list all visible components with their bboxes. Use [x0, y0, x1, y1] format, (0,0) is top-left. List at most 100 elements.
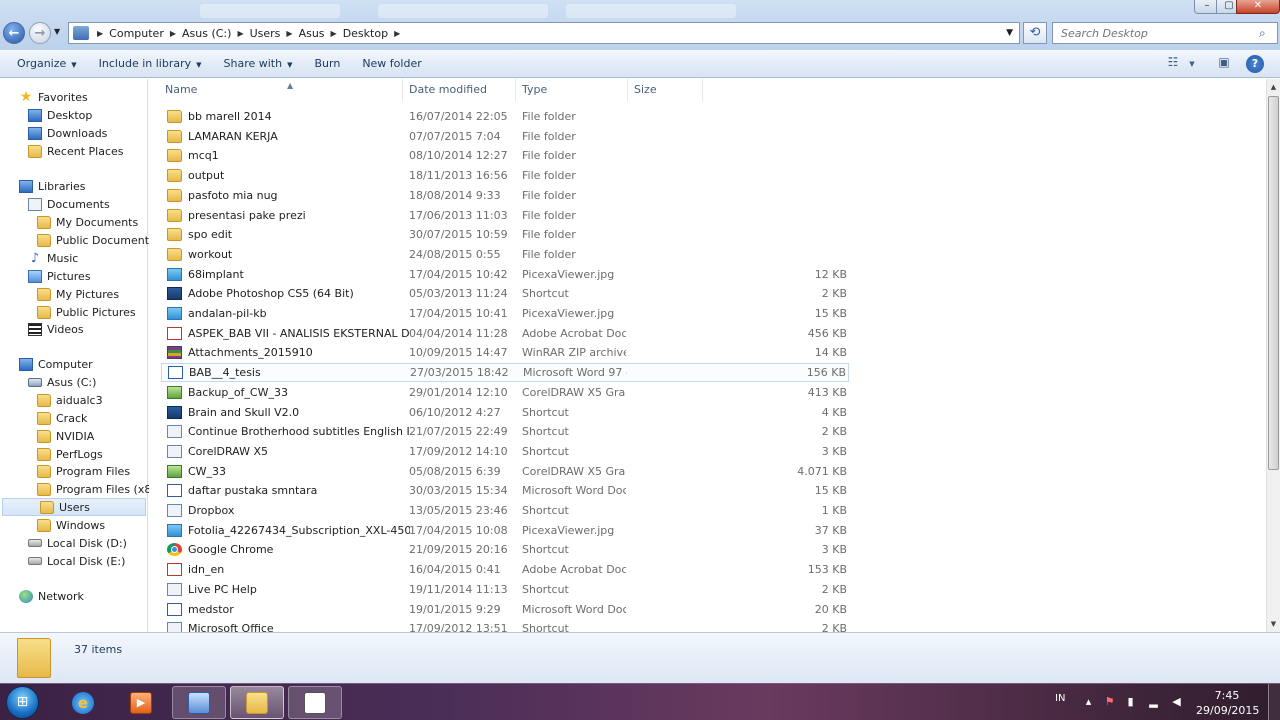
- start-button[interactable]: ⊞: [6, 686, 39, 719]
- taskbar-internet-explorer[interactable]: e: [56, 686, 110, 719]
- nav-program-files-x86[interactable]: Program Files (x86): [37, 480, 163, 498]
- share-with-button[interactable]: Share with ▼: [216, 53, 301, 75]
- taskbar-notepad[interactable]: [288, 686, 342, 719]
- nav-aidualc3[interactable]: aidualc3: [37, 391, 103, 409]
- nav-public-documents[interactable]: Public Documents: [37, 231, 155, 249]
- file-row[interactable]: Fotolia_42267434_Subscription_XXL-450x57…: [161, 521, 849, 540]
- breadcrumb-separator-icon[interactable]: ▶: [394, 29, 400, 38]
- nav-recent-places[interactable]: Recent Places: [28, 142, 124, 160]
- taskbar-media-player[interactable]: ▶: [114, 686, 168, 719]
- nav-libraries[interactable]: Libraries: [19, 177, 86, 195]
- change-view-icon[interactable]: ☷: [1165, 55, 1181, 73]
- address-history-dropdown-icon[interactable]: ▼: [1006, 28, 1013, 38]
- forward-button[interactable]: →: [29, 22, 51, 44]
- wifi-signal-icon[interactable]: ▂: [1147, 696, 1160, 708]
- file-row[interactable]: Live PC Help 19/11/2014 11:13 Shortcut 2 KB: [161, 580, 849, 599]
- search-box[interactable]: ⌕: [1052, 22, 1278, 44]
- show-desktop-button[interactable]: [1268, 684, 1280, 720]
- organize-button[interactable]: Organize ▼: [9, 53, 85, 75]
- nav-favorites[interactable]: ★ Favorites: [19, 88, 88, 106]
- file-row[interactable]: Microsoft Office 17/09/2012 13:51 Shortcut…: [161, 619, 849, 632]
- file-row[interactable]: mcq1 08/10/2014 12:27 File folder: [161, 146, 849, 165]
- file-row[interactable]: Backup_of_CW_33 29/01/2014 12:10 CorelDRAW…: [161, 383, 849, 402]
- nav-pictures[interactable]: Pictures: [28, 267, 91, 285]
- taskbar-windows-explorer[interactable]: [230, 686, 284, 719]
- nav-documents[interactable]: Documents: [28, 195, 110, 213]
- file-row[interactable]: output 18/11/2013 16:56 File folder: [161, 166, 849, 185]
- scroll-up-icon[interactable]: ▲: [1267, 79, 1280, 95]
- breadcrumb-separator-icon[interactable]: ▶: [97, 29, 103, 38]
- file-row[interactable]: BAB__4_tesis 27/03/2015 18:42 Microsoft Wo…: [161, 363, 849, 383]
- file-row[interactable]: LAMARAN KERJA 07/07/2015 7:04 File folder: [161, 127, 849, 146]
- file-row[interactable]: CorelDRAW X5 17/09/2012 14:10 Shortcut 3 KB: [161, 442, 849, 461]
- view-options-chevron-icon[interactable]: ▼: [1186, 55, 1198, 73]
- scroll-thumb[interactable]: [1268, 96, 1279, 470]
- file-row[interactable]: daftar pustaka smntara 30/03/2015 15:34 Mi…: [161, 481, 849, 500]
- file-row[interactable]: pasfoto mia nug 18/08/2014 9:33 File folde…: [161, 186, 849, 205]
- nav-local-disk-d[interactable]: Local Disk (D:): [28, 534, 127, 552]
- file-row[interactable]: medstor 19/01/2015 9:29 Microsoft Word Doc…: [161, 600, 849, 619]
- file-row[interactable]: andalan-pil-kb 17/04/2015 10:41 PicexaView…: [161, 304, 849, 323]
- back-button[interactable]: ←: [3, 22, 25, 44]
- breadcrumb-desktop[interactable]: Desktop: [343, 27, 388, 40]
- action-center-icon[interactable]: ⚑: [1103, 696, 1116, 708]
- nav-local-disk-e[interactable]: Local Disk (E:): [28, 552, 125, 570]
- file-row[interactable]: idn_en 16/04/2015 0:41 Adobe Acrobat Doc..…: [161, 560, 849, 579]
- show-hidden-icons-icon[interactable]: ▴: [1082, 696, 1095, 708]
- breadcrumb-users[interactable]: Users: [250, 27, 281, 40]
- file-row[interactable]: ASPEK_BAB VII - ANALISIS EKSTERNAL D... 0…: [161, 324, 849, 343]
- new-folder-button[interactable]: New folder: [354, 53, 429, 75]
- include-in-library-button[interactable]: Include in library ▼: [91, 53, 210, 75]
- close-button[interactable]: ✕: [1236, 0, 1280, 14]
- language-indicator[interactable]: IN: [1055, 693, 1065, 720]
- file-row[interactable]: Attachments_2015910 10/09/2015 14:47 WinRA…: [161, 343, 849, 362]
- file-row[interactable]: CW_33 05/08/2015 6:39 CorelDRAW X5 Gra... 4…: [161, 462, 849, 481]
- nav-public-pictures[interactable]: Public Pictures: [37, 303, 136, 321]
- address-bar[interactable]: ▶ Computer ▶ Asus (C:) ▶ Users ▶ Asus ▶ …: [68, 22, 1020, 44]
- recent-pages-dropdown[interactable]: ▼: [54, 27, 60, 36]
- column-header-type[interactable]: Type: [516, 79, 628, 101]
- nav-users[interactable]: Users: [2, 498, 146, 516]
- file-row[interactable]: Google Chrome 21/09/2015 20:16 Shortcut 3 K…: [161, 540, 849, 559]
- file-row[interactable]: workout 24/08/2015 0:55 File folder: [161, 245, 849, 264]
- nav-nvidia[interactable]: NVIDIA: [37, 427, 94, 445]
- nav-my-pictures[interactable]: My Pictures: [37, 285, 119, 303]
- nav-asus-c[interactable]: Asus (C:): [28, 373, 96, 391]
- nav-desktop[interactable]: Desktop: [28, 106, 92, 124]
- file-row[interactable]: Brain and Skull V2.0 06/10/2012 4:27 Short…: [161, 403, 849, 422]
- clock[interactable]: 7:45 29/09/2015: [1196, 688, 1259, 718]
- scroll-down-icon[interactable]: ▼: [1267, 616, 1280, 632]
- file-row[interactable]: Continue Brotherhood subtitles English I…: [161, 422, 849, 441]
- column-header-name[interactable]: ▲ Name: [159, 79, 403, 101]
- refresh-button[interactable]: ⟲: [1023, 22, 1047, 44]
- volume-icon[interactable]: ◀: [1170, 696, 1183, 708]
- taskbar-remote-desktop[interactable]: [172, 686, 226, 719]
- nav-perflogs[interactable]: PerfLogs: [37, 445, 103, 463]
- file-row[interactable]: bb marell 2014 16/07/2014 22:05 File folde…: [161, 107, 849, 126]
- nav-network[interactable]: Network: [19, 587, 84, 605]
- nav-program-files[interactable]: Program Files: [37, 462, 130, 480]
- burn-button[interactable]: Burn: [306, 53, 348, 75]
- nav-crack[interactable]: Crack: [37, 409, 87, 427]
- nav-computer[interactable]: Computer: [19, 355, 93, 373]
- column-header-size[interactable]: Size: [628, 79, 703, 101]
- file-row[interactable]: 68implant 17/04/2015 10:42 PicexaViewer.jp…: [161, 265, 849, 284]
- column-header-date-modified[interactable]: Date modified: [403, 79, 516, 101]
- file-row[interactable]: presentasi pake prezi 17/06/2013 11:03 Fil…: [161, 206, 849, 225]
- breadcrumb-asus[interactable]: Asus: [299, 27, 325, 40]
- nav-windows[interactable]: Windows: [37, 516, 105, 534]
- nav-videos[interactable]: Videos: [28, 320, 84, 338]
- breadcrumb-separator-icon[interactable]: ▶: [237, 29, 243, 38]
- file-row[interactable]: spo edit 30/07/2015 10:59 File folder: [161, 225, 849, 244]
- breadcrumb-computer[interactable]: Computer: [109, 27, 164, 40]
- breadcrumb-asus-c[interactable]: Asus (C:): [182, 27, 231, 40]
- preview-pane-icon[interactable]: ▣: [1216, 55, 1232, 73]
- breadcrumb-separator-icon[interactable]: ▶: [170, 29, 176, 38]
- search-icon[interactable]: ⌕: [1259, 26, 1277, 41]
- nav-my-documents[interactable]: My Documents: [37, 213, 138, 231]
- nav-downloads[interactable]: Downloads: [28, 124, 107, 142]
- nav-music[interactable]: ♪ Music: [28, 249, 78, 267]
- vertical-scrollbar[interactable]: ▲ ▼: [1266, 79, 1280, 632]
- power-icon[interactable]: ▮: [1124, 696, 1137, 708]
- breadcrumb-separator-icon[interactable]: ▶: [331, 29, 337, 38]
